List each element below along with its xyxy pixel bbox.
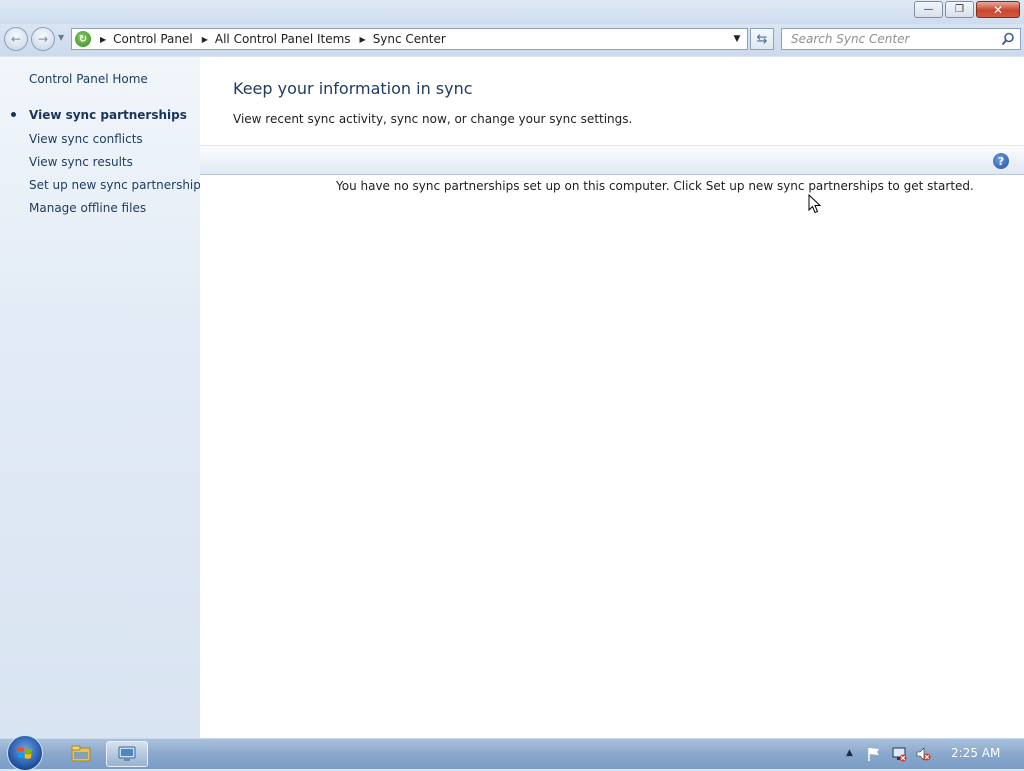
minimize-button[interactable]: — <box>914 1 943 18</box>
search-input[interactable] <box>789 31 1003 47</box>
main-content: Keep your information in sync View recen… <box>200 57 1024 738</box>
back-arrow-icon: ← <box>10 32 22 46</box>
maximize-button[interactable]: ❐ <box>945 1 974 18</box>
breadcrumb-all-control-panel-items[interactable]: All Control Panel Items <box>215 32 351 46</box>
show-hidden-icons-icon[interactable]: ▲ <box>846 748 853 758</box>
windows-logo-icon <box>17 747 32 759</box>
search-icon[interactable] <box>1001 32 1015 46</box>
breadcrumb-sync-center[interactable]: Sync Center <box>373 32 446 46</box>
sync-center-icon: ↻ <box>75 31 91 47</box>
recent-pages-dropdown[interactable]: ▼ <box>58 33 64 42</box>
back-button[interactable]: ← <box>4 27 28 51</box>
refresh-button[interactable]: ⇆ <box>750 28 774 50</box>
forward-button[interactable]: → <box>31 27 55 51</box>
caption-buttons: — ❐ ✕ <box>914 1 1020 18</box>
command-toolbar: ? <box>200 145 1024 175</box>
sidebar-item-view-sync-conflicts[interactable]: View sync conflicts <box>29 132 143 146</box>
page-title: Keep your information in sync <box>233 79 473 98</box>
taskbar-windows-explorer[interactable] <box>60 741 102 767</box>
windows-explorer-icon <box>71 745 91 762</box>
minimize-icon: — <box>923 4 934 15</box>
sidebar-item-view-sync-results[interactable]: View sync results <box>29 155 133 169</box>
action-center-flag-icon[interactable] <box>866 746 882 762</box>
close-icon: ✕ <box>992 2 1004 17</box>
sidebar-item-set-up-new-sync-partnerships[interactable]: Set up new sync partnerships <box>29 178 207 192</box>
sidebar-item-manage-offline-files[interactable]: Manage offline files <box>29 201 146 215</box>
empty-state-message: You have no sync partnerships set up on … <box>336 179 974 193</box>
breadcrumb-control-panel[interactable]: Control Panel <box>113 32 193 46</box>
taskbar-sync-center[interactable] <box>106 741 148 767</box>
address-history-dropdown[interactable]: ▼ <box>727 29 747 49</box>
address-bar[interactable]: ↻ ▶ Control Panel ▶ All Control Panel It… <box>71 28 748 50</box>
search-box[interactable] <box>781 28 1021 50</box>
breadcrumb-chevron-icon[interactable]: ▶ <box>360 35 366 44</box>
restore-icon: ❐ <box>955 4 964 15</box>
taskbar-clock[interactable]: 2:25 AM <box>951 746 1000 760</box>
refresh-icon: ⇆ <box>756 31 768 47</box>
sidebar-item-view-sync-partnerships[interactable]: View sync partnerships <box>29 108 187 122</box>
help-icon: ? <box>997 154 1005 168</box>
left-navigation-pane: Control Panel Home View sync partnership… <box>0 57 207 738</box>
close-button[interactable]: ✕ <box>976 1 1020 18</box>
active-item-bullet-icon <box>11 112 16 117</box>
network-disconnected-icon[interactable] <box>891 746 907 762</box>
volume-muted-icon[interactable] <box>915 746 931 762</box>
breadcrumb-chevron-icon[interactable]: ▶ <box>202 35 208 44</box>
forward-arrow-icon: → <box>37 32 49 46</box>
breadcrumb-chevron-icon[interactable]: ▶ <box>100 35 106 44</box>
help-button[interactable]: ? <box>993 153 1009 169</box>
taskbar: ▲ 2:25 AM <box>0 735 1024 771</box>
start-button[interactable] <box>7 735 43 771</box>
window-titlebar: — ❐ ✕ <box>0 0 1024 24</box>
mouse-pointer-icon <box>808 194 822 214</box>
navigation-bar: ← → ▼ ↻ ▶ Control Panel ▶ All Control Pa… <box>0 24 1024 56</box>
control-panel-home-link[interactable]: Control Panel Home <box>29 72 148 86</box>
page-description: View recent sync activity, sync now, or … <box>233 112 633 126</box>
sync-center-icon <box>118 746 136 761</box>
